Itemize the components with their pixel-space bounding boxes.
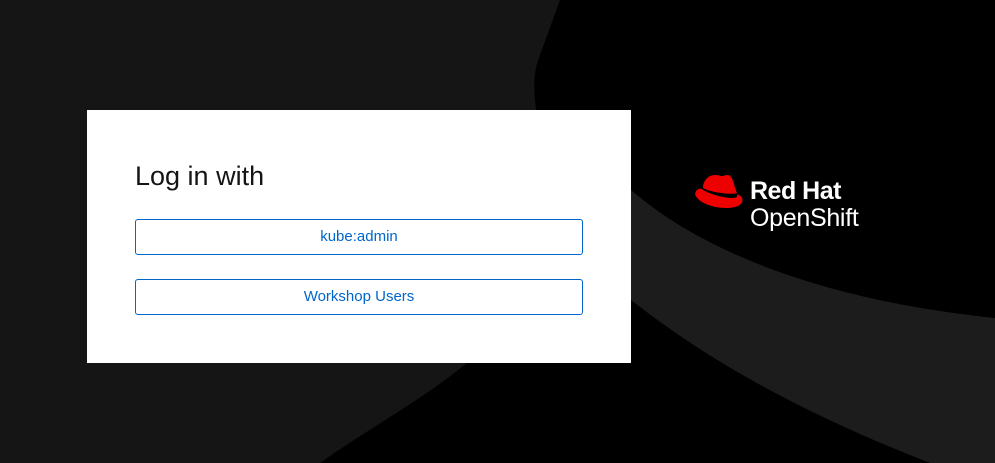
login-title: Log in with <box>135 161 265 191</box>
provider-button-workshop-users[interactable]: Workshop Users <box>135 279 583 315</box>
brand-logo: Red Hat OpenShift <box>694 172 884 234</box>
provider-button-kube-admin[interactable]: kube:admin <box>135 219 583 255</box>
brand-wordmark: Red Hat OpenShift <box>750 177 859 232</box>
brand-line-red-hat: Red Hat <box>750 177 841 205</box>
login-card: Log in with kube:admin Workshop Users <box>87 110 631 363</box>
login-page: Log in with kube:admin Workshop Users Re… <box>0 0 995 463</box>
red-hat-fedora-icon <box>695 175 743 208</box>
brand-line-openshift: OpenShift <box>750 204 859 232</box>
identity-provider-list: kube:admin Workshop Users <box>135 219 583 315</box>
